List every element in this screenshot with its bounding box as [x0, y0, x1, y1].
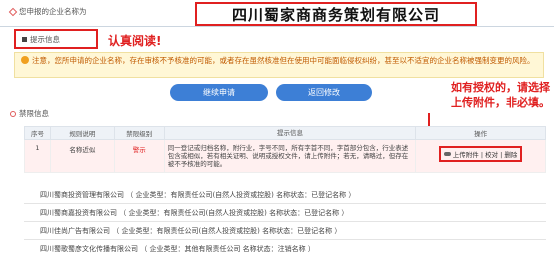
- col-header-rule: 规则说明: [49, 126, 115, 140]
- banned-title: 禁限信息: [19, 109, 49, 118]
- table-row: 1 名称近似 警示 同一登记或归档名称，附行业，字号不同，所有字首不同，字首部分…: [24, 139, 546, 173]
- col-header-no: 序号: [24, 126, 51, 140]
- back-to-edit-button[interactable]: 返回修改: [276, 84, 372, 101]
- banned-section-header: 禁限信息: [10, 108, 49, 119]
- diamond-icon: [8, 7, 18, 16]
- square-bullet-icon: [22, 36, 27, 42]
- upload-hint-annotation: 如有授权的，请选择 上传附件，非必填。: [400, 80, 550, 110]
- row-level: 警示: [113, 139, 165, 173]
- related-name-item: 四川蜀商嘉投资有限公司 （ 企业类型：有限责任公司(自然人投资或控股) 名称状态…: [40, 209, 349, 217]
- row-action-text: 上传附件 | 校对 | 删除: [452, 151, 518, 159]
- banned-table: 序号 规则说明 禁限级别 提示信息 操作 1 名称近似 警示 同一登记或归档名称…: [24, 126, 546, 173]
- declared-name-label-text: 您申报的企业名称为: [19, 7, 87, 16]
- tips-title: 提示信息: [30, 34, 60, 44]
- risk-notice-text: 注意，您所申请的企业名称，存在审核不予核准的可能，或者存在虽然核准但在使用中可能…: [32, 56, 535, 65]
- company-name-display: 四川蜀家商商务策划有限公司: [195, 2, 477, 26]
- row-tip: 同一登记或归档名称，附行业，字号不同，所有字首不同，字首部分包含，行业表述包含或…: [163, 139, 417, 173]
- related-name-item: 四川佳尚广告有限公司 （ 企业类型：有限责任公司(自然人投资或控股) 名称状态：…: [40, 227, 342, 235]
- col-header-action: 操作: [415, 126, 546, 140]
- table-header-row: 序号 规则说明 禁限级别 提示信息 操作: [24, 126, 546, 140]
- divider: [24, 203, 546, 204]
- row-action-cell: 上传附件 | 校对 | 删除: [415, 139, 546, 173]
- row-rule: 名称近似: [49, 139, 115, 173]
- tips-section-header: 提示信息: [14, 29, 98, 49]
- related-name-item: 四川蜀商投资管理有限公司 （ 企业类型：有限责任公司(自然人投资或控股) 名称状…: [40, 191, 356, 199]
- header-divider: [0, 26, 554, 27]
- risk-notice: 注意，您所申请的企业名称，存在审核不予核准的可能，或者存在虽然核准但在使用中可能…: [14, 52, 544, 78]
- upload-hint-line1: 如有授权的，请选择: [451, 81, 550, 94]
- upload-attachment-link[interactable]: 上传附件 | 校对 | 删除: [438, 146, 523, 162]
- row-no: 1: [24, 139, 51, 173]
- divider: [24, 221, 546, 222]
- col-header-tip: 提示信息: [163, 126, 417, 140]
- related-name-item: 四川蜀歌蜀彦文化传播有限公司 （ 企业类型：其他有限责任公司 名称状态：注销名称…: [40, 245, 315, 253]
- continue-application-button[interactable]: 继续申请: [170, 84, 268, 101]
- upload-hint-line2: 上传附件，非必填。: [451, 96, 550, 109]
- col-header-level: 禁限级别: [113, 126, 165, 140]
- cloud-upload-icon: [443, 152, 451, 156]
- divider: [24, 239, 546, 240]
- circle-bullet-icon: [10, 110, 16, 117]
- declared-name-label: 您申报的企业名称为: [8, 6, 87, 17]
- read-carefully-annotation: 认真阅读!: [108, 34, 162, 48]
- warning-icon: [21, 56, 29, 64]
